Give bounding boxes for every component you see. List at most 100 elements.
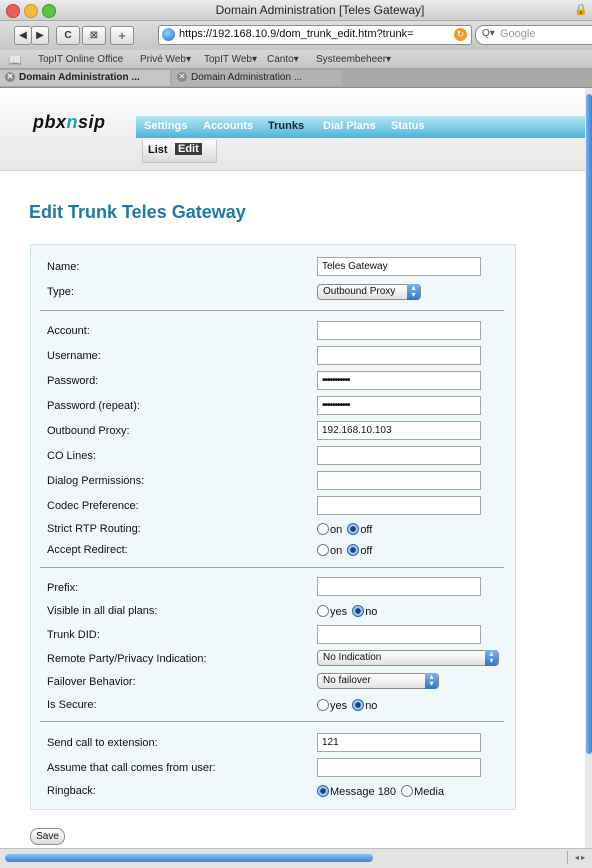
- radio-label: Message 180: [330, 786, 397, 798]
- accept-redirect-radios: on off: [317, 544, 374, 557]
- name-field[interactable]: Teles Gateway: [317, 257, 481, 276]
- chevron-updown-icon: ▴ ▾: [485, 650, 498, 666]
- bookmark-canto[interactable]: Canto▾: [267, 54, 299, 65]
- tab-domain-admin-1[interactable]: ✕ Domain Administration ...: [0, 70, 170, 86]
- type-label: Type:: [47, 286, 74, 298]
- radio-label: yes: [330, 606, 348, 618]
- search-placeholder: Google: [500, 28, 536, 40]
- address-bar[interactable]: https://192.168.10.9/dom_trunk_edit.htm?…: [158, 25, 472, 45]
- send-ext-field[interactable]: 121: [317, 733, 481, 752]
- vertical-scroll-thumb[interactable]: [586, 94, 592, 754]
- horizontal-scroll-thumb[interactable]: [5, 854, 373, 862]
- outbound-proxy-field[interactable]: 192.168.10.103: [317, 421, 481, 440]
- tab-label: Domain Administration ...: [19, 72, 140, 83]
- lock-icon: 🔒: [574, 4, 588, 16]
- outbound-proxy-label: Outbound Proxy:: [47, 425, 130, 437]
- radio-label: yes: [330, 700, 348, 712]
- prefix-field[interactable]: [317, 577, 481, 596]
- password-field[interactable]: •••••••••••: [317, 371, 481, 390]
- failover-select[interactable]: No failover ▴ ▾: [317, 673, 439, 689]
- search-icon: Q▾: [482, 28, 495, 39]
- is-secure-label: Is Secure:: [47, 699, 97, 711]
- sub-nav: List Edit: [142, 140, 217, 163]
- radio-label: on: [330, 545, 343, 557]
- back-button[interactable]: ◀: [14, 26, 32, 45]
- subnav-edit[interactable]: Edit: [175, 143, 202, 155]
- codec-preference-label: Codec Preference:: [47, 500, 139, 512]
- username-label: Username:: [47, 350, 101, 362]
- divider: [40, 721, 504, 722]
- add-bookmark-button[interactable]: +: [110, 26, 134, 45]
- strict-rtp-on-radio[interactable]: [317, 523, 329, 535]
- close-window-button[interactable]: [6, 4, 20, 18]
- url-text: https://192.168.10.9/dom_trunk_edit.htm?…: [179, 28, 414, 40]
- password-repeat-field[interactable]: •••••••••••: [317, 396, 481, 415]
- close-tab-icon[interactable]: ✕: [177, 72, 187, 83]
- ringback-label: Ringback:: [47, 785, 96, 797]
- visible-all-yes-radio[interactable]: [317, 605, 329, 617]
- snapback-button[interactable]: ⊠: [82, 26, 106, 45]
- accept-redirect-on-radio[interactable]: [317, 544, 329, 556]
- chevron-updown-icon: ▴ ▾: [407, 284, 420, 300]
- save-button[interactable]: Save: [30, 828, 65, 845]
- accept-redirect-off-radio[interactable]: [347, 544, 360, 556]
- ringback-media-radio[interactable]: [401, 785, 414, 797]
- bookmark-topit-online[interactable]: TopIT Online Office: [38, 54, 123, 65]
- bookmark-systeembeheer[interactable]: Systeembeheer▾: [316, 54, 391, 65]
- dialog-permissions-field[interactable]: [317, 471, 481, 490]
- is-secure-radios: yes no: [317, 699, 379, 712]
- close-tab-icon[interactable]: ✕: [5, 72, 15, 83]
- nav-dial-plans[interactable]: Dial Plans: [323, 120, 376, 132]
- search-field[interactable]: Q▾ Google: [475, 25, 592, 45]
- trunk-did-field[interactable]: [317, 625, 481, 644]
- nav-accounts[interactable]: Accounts: [203, 120, 253, 132]
- bookmarks-book-icon[interactable]: 📖: [8, 54, 22, 67]
- divider: [40, 310, 504, 311]
- subnav-list[interactable]: List: [148, 144, 168, 156]
- remote-party-value: No Indication: [323, 652, 382, 663]
- vertical-scrollbar[interactable]: [585, 88, 592, 848]
- reload-button[interactable]: C: [56, 26, 80, 45]
- bookmark-topit-web[interactable]: TopIT Web▾: [204, 54, 257, 65]
- radio-label: off: [360, 545, 373, 557]
- co-lines-field[interactable]: [317, 446, 481, 465]
- visible-all-label: Visible in all dial plans:: [47, 605, 158, 617]
- ringback-radios: Message 180 Media: [317, 785, 446, 798]
- radio-label: Media: [414, 786, 445, 798]
- type-select[interactable]: Outbound Proxy ▴ ▾: [317, 284, 421, 300]
- send-ext-label: Send call to extension:: [47, 737, 158, 749]
- reload-circle-icon[interactable]: ↻: [454, 28, 467, 41]
- browser-toolbar: ◀ ▶ C ⊠ + https://192.168.10.9/dom_trunk…: [0, 21, 592, 50]
- zoom-window-button[interactable]: [42, 4, 56, 18]
- is-secure-no-radio[interactable]: [352, 699, 365, 711]
- dialog-permissions-label: Dialog Permissions:: [47, 475, 145, 487]
- password-label: Password:: [47, 375, 99, 387]
- forward-button[interactable]: ▶: [31, 26, 49, 45]
- tab-domain-admin-2[interactable]: ✕ Domain Administration ...: [172, 70, 342, 86]
- strict-rtp-radios: on off: [317, 523, 374, 536]
- codec-preference-field[interactable]: [317, 496, 481, 515]
- ringback-message180-radio[interactable]: [317, 785, 329, 797]
- strict-rtp-label: Strict RTP Routing:: [47, 523, 141, 535]
- bookmark-prive-web[interactable]: Privé Web▾: [140, 54, 191, 65]
- nav-settings[interactable]: Settings: [144, 120, 187, 132]
- username-field[interactable]: [317, 346, 481, 365]
- accept-redirect-label: Accept Redirect:: [47, 544, 128, 556]
- web-page: pbxnsip Settings Accounts Trunks Dial Pl…: [0, 88, 585, 848]
- page-title: Edit Trunk Teles Gateway: [29, 202, 246, 222]
- assume-user-field[interactable]: [317, 758, 481, 777]
- is-secure-yes-radio[interactable]: [317, 699, 329, 711]
- strict-rtp-off-radio[interactable]: [347, 523, 360, 535]
- horizontal-scrollbar[interactable]: ◂ ▸: [0, 848, 592, 868]
- account-label: Account:: [47, 325, 90, 337]
- remote-party-select[interactable]: No Indication ▴ ▾: [317, 650, 499, 666]
- nav-trunks[interactable]: Trunks: [268, 120, 304, 132]
- minimize-window-button[interactable]: [24, 4, 38, 18]
- scroll-arrows-icon[interactable]: ◂ ▸: [567, 851, 592, 864]
- nav-status[interactable]: Status: [391, 120, 425, 132]
- visible-all-no-radio[interactable]: [352, 605, 365, 617]
- trunk-did-label: Trunk DID:: [47, 629, 100, 641]
- co-lines-label: CO Lines:: [47, 450, 96, 462]
- remote-party-label: Remote Party/Privacy Indication:: [47, 653, 207, 665]
- account-field[interactable]: [317, 321, 481, 340]
